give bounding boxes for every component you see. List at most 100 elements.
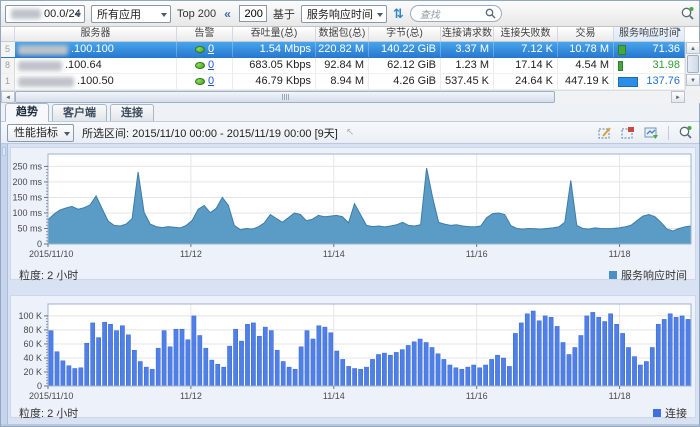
svg-text:11/16: 11/16 xyxy=(466,249,488,259)
column-header-rownum xyxy=(1,27,15,41)
detail-tabstrip: 趋势 客户端 连接 xyxy=(1,103,699,122)
redacted-ip-prefix xyxy=(18,45,68,55)
connections-chart[interactable]: 020 K40 K60 K80 K100 K2015/11/1011/1211/… xyxy=(11,296,695,405)
splitter-bar[interactable] xyxy=(1,144,8,426)
scrollbar-corner xyxy=(685,90,700,103)
svg-text:0: 0 xyxy=(37,239,42,249)
chart-footer: 粒度: 2 小时 服务响应时间 xyxy=(11,267,695,283)
svg-text:0: 0 xyxy=(37,381,42,391)
server-table: 5 .100.100 0 1.54 Mbps 220.82 M 140.22 G… xyxy=(1,42,685,90)
bytes-cell: 140.22 GiB xyxy=(369,42,441,57)
table-horizontal-scrollbar[interactable]: ◄ ► xyxy=(1,90,685,103)
svg-text:150 ms: 150 ms xyxy=(12,192,42,202)
column-header-alert[interactable]: 告警 xyxy=(177,27,233,41)
tab-clients[interactable]: 客户端 xyxy=(52,104,107,121)
alert-cell: 0 xyxy=(177,74,233,89)
column-header-conn-failures[interactable]: 连接失败数 xyxy=(494,27,558,41)
granularity-label: 粒度: 2 小时 xyxy=(19,405,78,421)
svg-text:200 ms: 200 ms xyxy=(12,177,42,187)
chevron-down-icon xyxy=(75,13,81,17)
conn-requests-cell: 1.23 M xyxy=(441,58,494,73)
metric-category-dropdown[interactable]: 性能指标 xyxy=(7,124,74,142)
reset-zoom-cursor-icon[interactable]: ↖ xyxy=(346,127,354,138)
alert-cell: 0 xyxy=(177,58,233,73)
packets-cell: 8.94 M xyxy=(316,74,369,89)
sort-icon[interactable]: ⇅ xyxy=(393,7,404,20)
zoom-search-icon[interactable] xyxy=(680,6,695,21)
splitter-handle[interactable] xyxy=(2,147,6,156)
svg-text:11/12: 11/12 xyxy=(180,249,202,259)
svg-text:20 K: 20 K xyxy=(23,367,42,377)
zoom-select-icon[interactable] xyxy=(598,126,612,140)
svg-text:100 ms: 100 ms xyxy=(12,208,42,218)
search-box[interactable]: 查找 xyxy=(410,5,502,22)
scroll-down-icon[interactable]: ▼ xyxy=(686,74,700,86)
svg-text:80 K: 80 K xyxy=(23,325,42,335)
alert-count-link[interactable]: 0 xyxy=(208,42,214,57)
table-header: 服务器 告警 吞吐量(总) 数据包(总) 字节(总) 连接请求数 连接失败数 交… xyxy=(1,27,685,42)
svg-text:11/18: 11/18 xyxy=(609,249,631,259)
based-on-label: 基于 xyxy=(273,6,295,22)
column-header-transactions[interactable]: 交易 xyxy=(558,27,614,41)
svg-text:60 K: 60 K xyxy=(23,339,42,349)
chart-legend: 服务响应时间 xyxy=(609,267,687,283)
server-cell: .100.100 xyxy=(15,42,177,57)
svg-text:100 K: 100 K xyxy=(18,311,42,321)
scroll-left-icon[interactable]: ◄ xyxy=(1,91,15,103)
redacted-ip-prefix xyxy=(18,61,62,71)
column-header-bytes[interactable]: 字节(总) xyxy=(369,27,441,41)
scroll-up-icon[interactable]: ▲ xyxy=(686,42,700,54)
response-time-chart[interactable]: 050 ms100 ms150 ms200 ms250 ms2015/11/10… xyxy=(11,148,695,267)
svg-text:11/14: 11/14 xyxy=(323,249,345,259)
server-cell: .100.64 xyxy=(15,58,177,73)
alert-status-icon xyxy=(195,78,205,85)
table-row[interactable]: 5 .100.100 0 1.54 Mbps 220.82 M 140.22 G… xyxy=(1,42,685,58)
scrollbar-thumb[interactable] xyxy=(687,55,699,73)
svg-text:50 ms: 50 ms xyxy=(17,224,42,234)
zoom-reset-icon[interactable] xyxy=(621,126,635,140)
alert-count-link[interactable]: 0 xyxy=(208,58,214,73)
table-row[interactable]: 8 .100.64 0 683.05 Kbps 92.84 M 62.12 Gi… xyxy=(1,58,685,74)
export-chart-icon[interactable] xyxy=(644,126,659,140)
row-number: 8 xyxy=(1,58,15,73)
alert-count-link[interactable]: 0 xyxy=(208,74,214,89)
scrollbar-thumb[interactable] xyxy=(15,91,555,103)
tab-trend[interactable]: 趋势 xyxy=(5,103,49,122)
chevron-down-icon xyxy=(64,132,70,136)
search-placeholder: 查找 xyxy=(420,6,440,21)
trend-panel: 050 ms100 ms150 ms200 ms250 ms2015/11/10… xyxy=(1,144,699,426)
server-cell: .100.50 xyxy=(15,74,177,89)
chart-footer: 粒度: 2 小时 连接 xyxy=(11,405,695,421)
legend-label: 服务响应时间 xyxy=(621,267,687,283)
svg-text:11/14: 11/14 xyxy=(323,391,345,401)
conn-requests-cell: 3.37 M xyxy=(441,42,494,57)
column-header-response-time[interactable]: 服务响应时间▲ xyxy=(614,27,685,41)
application-select[interactable]: 所有应用 xyxy=(91,5,171,23)
collapse-button[interactable]: « xyxy=(222,7,233,21)
top-count-input[interactable] xyxy=(239,5,267,22)
subnet-select[interactable]: 00.0/24 xyxy=(5,5,85,23)
table-row[interactable]: 1 .100.50 0 46.79 Kbps 8.94 M 4.26 GiB 5… xyxy=(1,74,685,90)
metric-select[interactable]: 服务响应时间 xyxy=(301,5,387,23)
transactions-cell: 447.19 K xyxy=(558,74,614,89)
chart-legend: 连接 xyxy=(653,405,687,421)
chevron-down-icon xyxy=(377,13,383,17)
response-time-cell: 137.76 xyxy=(614,74,685,89)
main-toolbar: 00.0/24 所有应用 Top 200 « 基于 服务响应时间 ⇅ 查找 xyxy=(1,1,699,27)
tab-connections[interactable]: 连接 xyxy=(110,104,154,121)
column-header-throughput[interactable]: 吞吐量(总) xyxy=(233,27,316,41)
svg-text:40 K: 40 K xyxy=(23,353,42,363)
transactions-cell: 4.54 M xyxy=(558,58,614,73)
zoom-search-icon[interactable] xyxy=(678,125,693,140)
column-header-server[interactable]: 服务器 xyxy=(15,27,177,41)
row-number: 5 xyxy=(1,42,15,57)
scroll-right-icon[interactable]: ► xyxy=(671,91,685,103)
connections-chart-widget: 020 K40 K60 K80 K100 K2015/11/1011/1211/… xyxy=(10,295,696,418)
throughput-cell: 1.54 Mbps xyxy=(233,42,316,57)
column-header-conn-requests[interactable]: 连接请求数 xyxy=(441,27,494,41)
table-vertical-scrollbar[interactable]: ▲ ▼ xyxy=(685,42,700,90)
svg-text:2015/11/10: 2015/11/10 xyxy=(29,249,73,259)
column-header-packets[interactable]: 数据包(总) xyxy=(316,27,369,41)
svg-text:11/12: 11/12 xyxy=(180,391,202,401)
toolbar-separator xyxy=(668,126,669,140)
